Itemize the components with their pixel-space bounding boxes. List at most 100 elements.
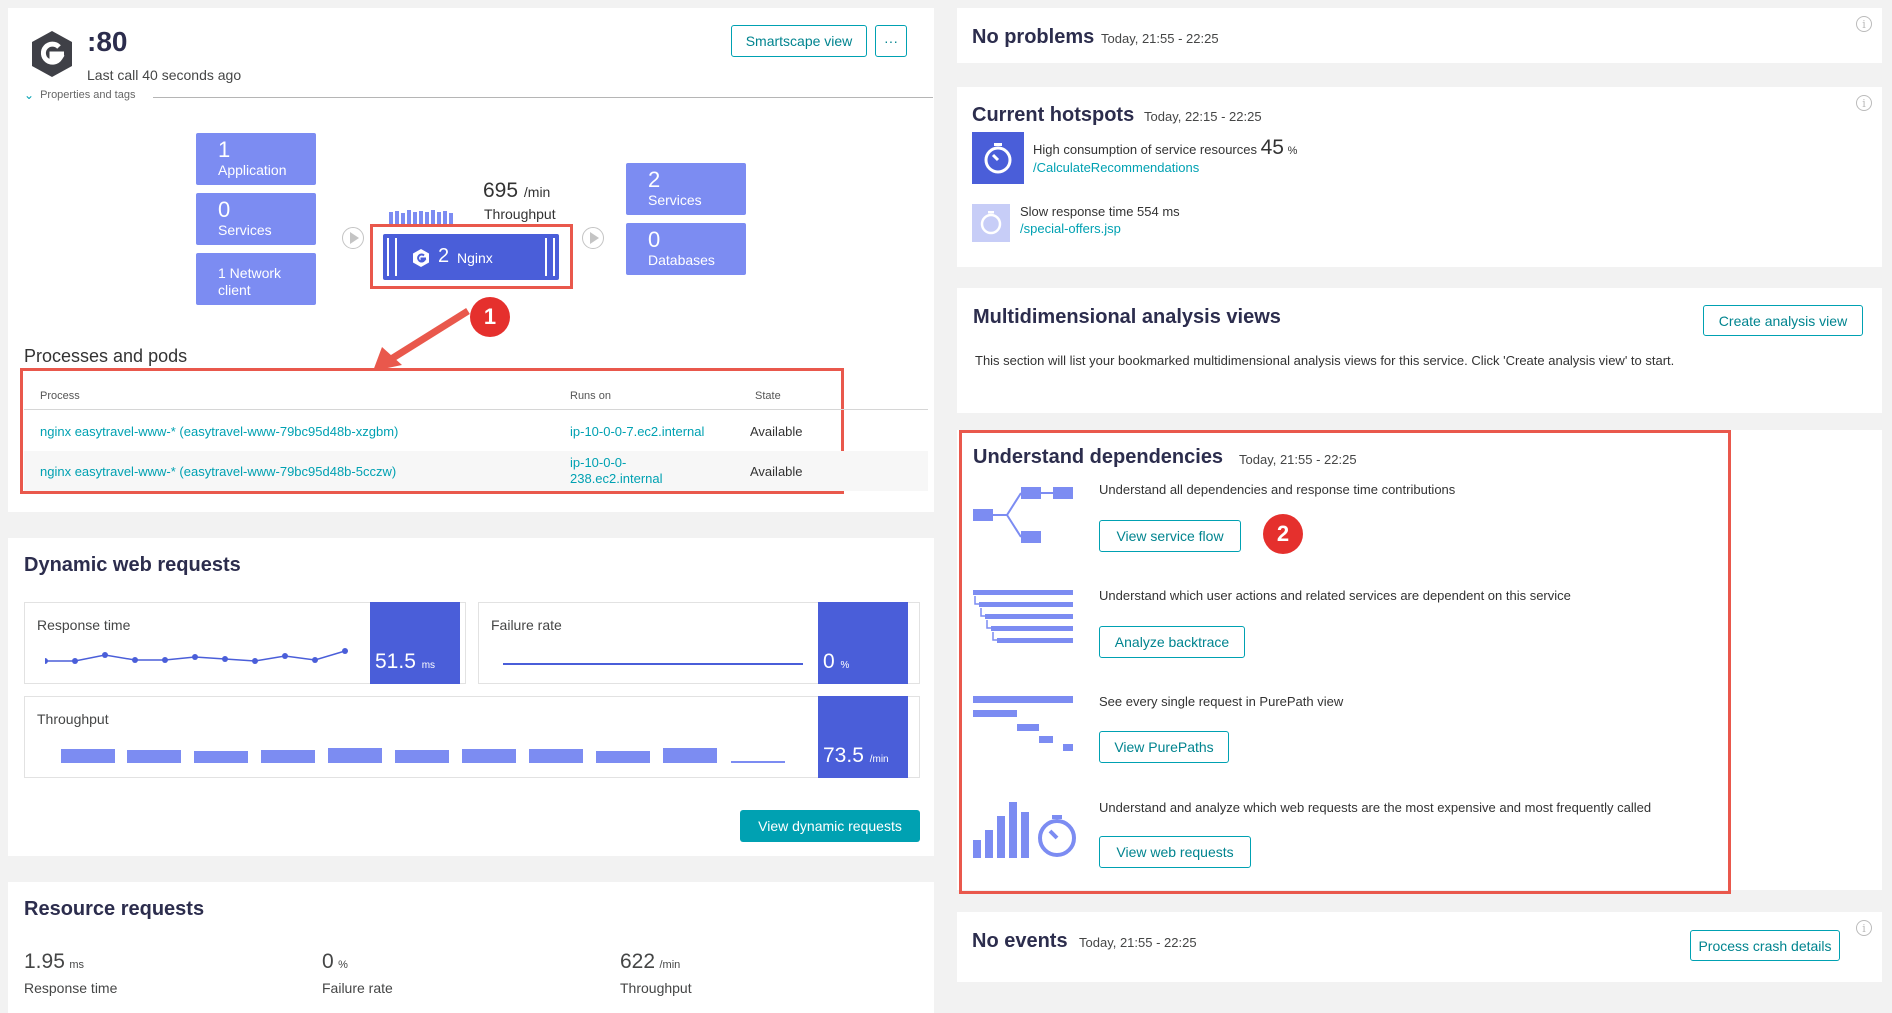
dynamic-title: Dynamic web requests [24, 554, 241, 576]
problems-time: Today, 21:55 - 22:25 [1101, 31, 1219, 46]
view-purepaths-button[interactable]: View PurePaths [1099, 731, 1229, 763]
resource-label: Response time [24, 980, 118, 996]
resource-unit: /min [659, 959, 681, 971]
state-text: Available [750, 464, 803, 479]
throughput-sparkline [389, 210, 469, 226]
tile-count: 1 [218, 137, 231, 162]
deps-item-text: Understand all dependencies and response… [1099, 482, 1456, 497]
hotspot-link[interactable]: /special-offers.jsp [1020, 221, 1121, 236]
more-options-button[interactable]: ··· [875, 25, 907, 57]
processes-table-header: Process Runs on State [24, 378, 928, 410]
resource-throughput: 622 /min Throughput [620, 950, 692, 996]
process-link[interactable]: nginx easytravel-www-* (easytravel-www-7… [40, 424, 398, 439]
dynamic-web-requests-card: Dynamic web requests Response time 51.5 … [8, 538, 934, 856]
tile-count: 0 [648, 227, 661, 252]
last-call-text: Last call 40 seconds ago [87, 67, 242, 83]
hotspot-item: High consumption of service resources 45… [1033, 136, 1297, 160]
stopwatch-light-icon [972, 204, 1010, 242]
play-icon-right [582, 227, 604, 249]
analyze-backtrace-button[interactable]: Analyze backtrace [1099, 626, 1245, 658]
events-time: Today, 21:55 - 22:25 [1079, 935, 1197, 950]
throughput-metric[interactable]: Throughput [24, 696, 920, 778]
view-dynamic-requests-button[interactable]: View dynamic requests [740, 810, 920, 842]
info-icon[interactable]: i [1856, 95, 1872, 111]
properties-toggle[interactable]: ⌄ Properties and tags [24, 88, 135, 102]
process-crash-details-button[interactable]: Process crash details [1690, 930, 1840, 961]
hotspots-card: Current hotspots Today, 22:15 - 22:25 i … [957, 87, 1882, 267]
metric-label: Failure rate [491, 617, 562, 633]
throughput-number: 73.5 [823, 744, 864, 767]
column-runs-on: Runs on [570, 390, 611, 402]
hotspot-unit: % [1287, 145, 1298, 157]
host-link[interactable]: ip-10-0-0-7.ec2.internal [570, 424, 704, 439]
response-number: 51.5 [375, 650, 416, 673]
problems-title: No problems [972, 26, 1095, 48]
chevron-down-icon: ⌄ [24, 88, 35, 102]
host-link[interactable]: ip-10-0-0-238.ec2.internal [570, 455, 680, 487]
hotspots-time: Today, 22:15 - 22:25 [1144, 109, 1262, 124]
failure-number: 0 [823, 650, 835, 673]
nginx-logo-icon [32, 31, 72, 77]
metric-label: Throughput [37, 711, 109, 727]
resource-value: 622 [620, 950, 656, 973]
hotspots-title: Current hotspots [972, 104, 1135, 126]
response-time-sparkline [45, 648, 348, 664]
throughput-bars [61, 748, 785, 763]
deps-item-text: Understand and analyze which web request… [1099, 800, 1652, 815]
table-row: nginx easytravel-www-* (easytravel-www-7… [24, 451, 928, 491]
create-analysis-view-button[interactable]: Create analysis view [1703, 305, 1863, 336]
databases-tile[interactable]: 0 Databases [626, 223, 746, 275]
dependencies-card: Understand dependencies Today, 21:55 - 2… [957, 430, 1882, 894]
view-service-flow-button[interactable]: View service flow [1099, 520, 1241, 552]
info-icon[interactable]: i [1856, 920, 1872, 936]
tile-label: Databases [648, 252, 715, 268]
play-icon-left [342, 227, 364, 249]
mda-description: This section will list your bookmarked m… [975, 353, 1675, 368]
resource-unit: % [338, 959, 348, 971]
calling-services-tile[interactable]: 0 Services [196, 193, 316, 245]
resource-label: Failure rate [322, 980, 393, 996]
purepath-icon [973, 696, 1073, 751]
tile-label: Application [218, 162, 287, 178]
stopwatch-icon [972, 132, 1024, 184]
failure-rate-line [503, 663, 803, 665]
response-unit: ms [421, 660, 436, 671]
metric-label: Response time [37, 617, 131, 633]
smartscape-view-button[interactable]: Smartscape view [731, 25, 867, 57]
annotation-badge-2: 2 [1263, 514, 1303, 554]
deps-item-text: See every single request in PurePath vie… [1099, 694, 1344, 709]
web-requests-icon [973, 802, 1076, 858]
throughput-unit: /min [523, 184, 551, 200]
column-state: State [755, 390, 781, 402]
service-overview-card: :80 Last call 40 seconds ago Smartscape … [8, 8, 934, 512]
hotspot-link[interactable]: /CalculateRecommendations [1033, 160, 1199, 175]
throughput-label: Throughput [484, 206, 556, 222]
tile-label: Services [648, 192, 702, 208]
tile-count: 2 [648, 167, 661, 192]
called-services-tile[interactable]: 2 Services [626, 163, 746, 215]
service-flow-icon [973, 487, 1073, 543]
mda-title: Multidimensional analysis views [973, 306, 1281, 328]
problems-card: No problems Today, 21:55 - 22:25 i [957, 8, 1882, 63]
annotation-badge-1: 1 [470, 297, 510, 337]
backtrace-icon [973, 590, 1073, 643]
resource-value: 1.95 [24, 950, 65, 973]
applications-tile[interactable]: 1 Application [196, 133, 316, 185]
info-icon[interactable]: i [1856, 16, 1872, 32]
process-link[interactable]: nginx easytravel-www-* (easytravel-www-7… [40, 464, 396, 479]
throughput-value: 73.5 /min [818, 696, 908, 778]
events-card: No events Today, 21:55 - 22:25 Process c… [957, 912, 1882, 982]
deps-time: Today, 21:55 - 22:25 [1239, 452, 1357, 467]
network-client-tile[interactable]: 1 Network client [196, 253, 316, 305]
page-title: :80 [87, 26, 128, 57]
properties-label: Properties and tags [40, 89, 136, 101]
resource-response-time: 1.95 ms Response time [24, 950, 117, 996]
resource-value: 0 [322, 950, 334, 973]
events-title: No events [972, 930, 1068, 952]
resource-title: Resource requests [24, 898, 205, 920]
view-web-requests-button[interactable]: View web requests [1099, 836, 1251, 868]
resource-failure-rate: 0 % Failure rate [322, 950, 393, 996]
response-time-value: 51.5 ms [370, 602, 460, 684]
failure-unit: % [840, 660, 850, 671]
resource-requests-card: Resource requests 1.95 ms Response time … [8, 882, 934, 1013]
